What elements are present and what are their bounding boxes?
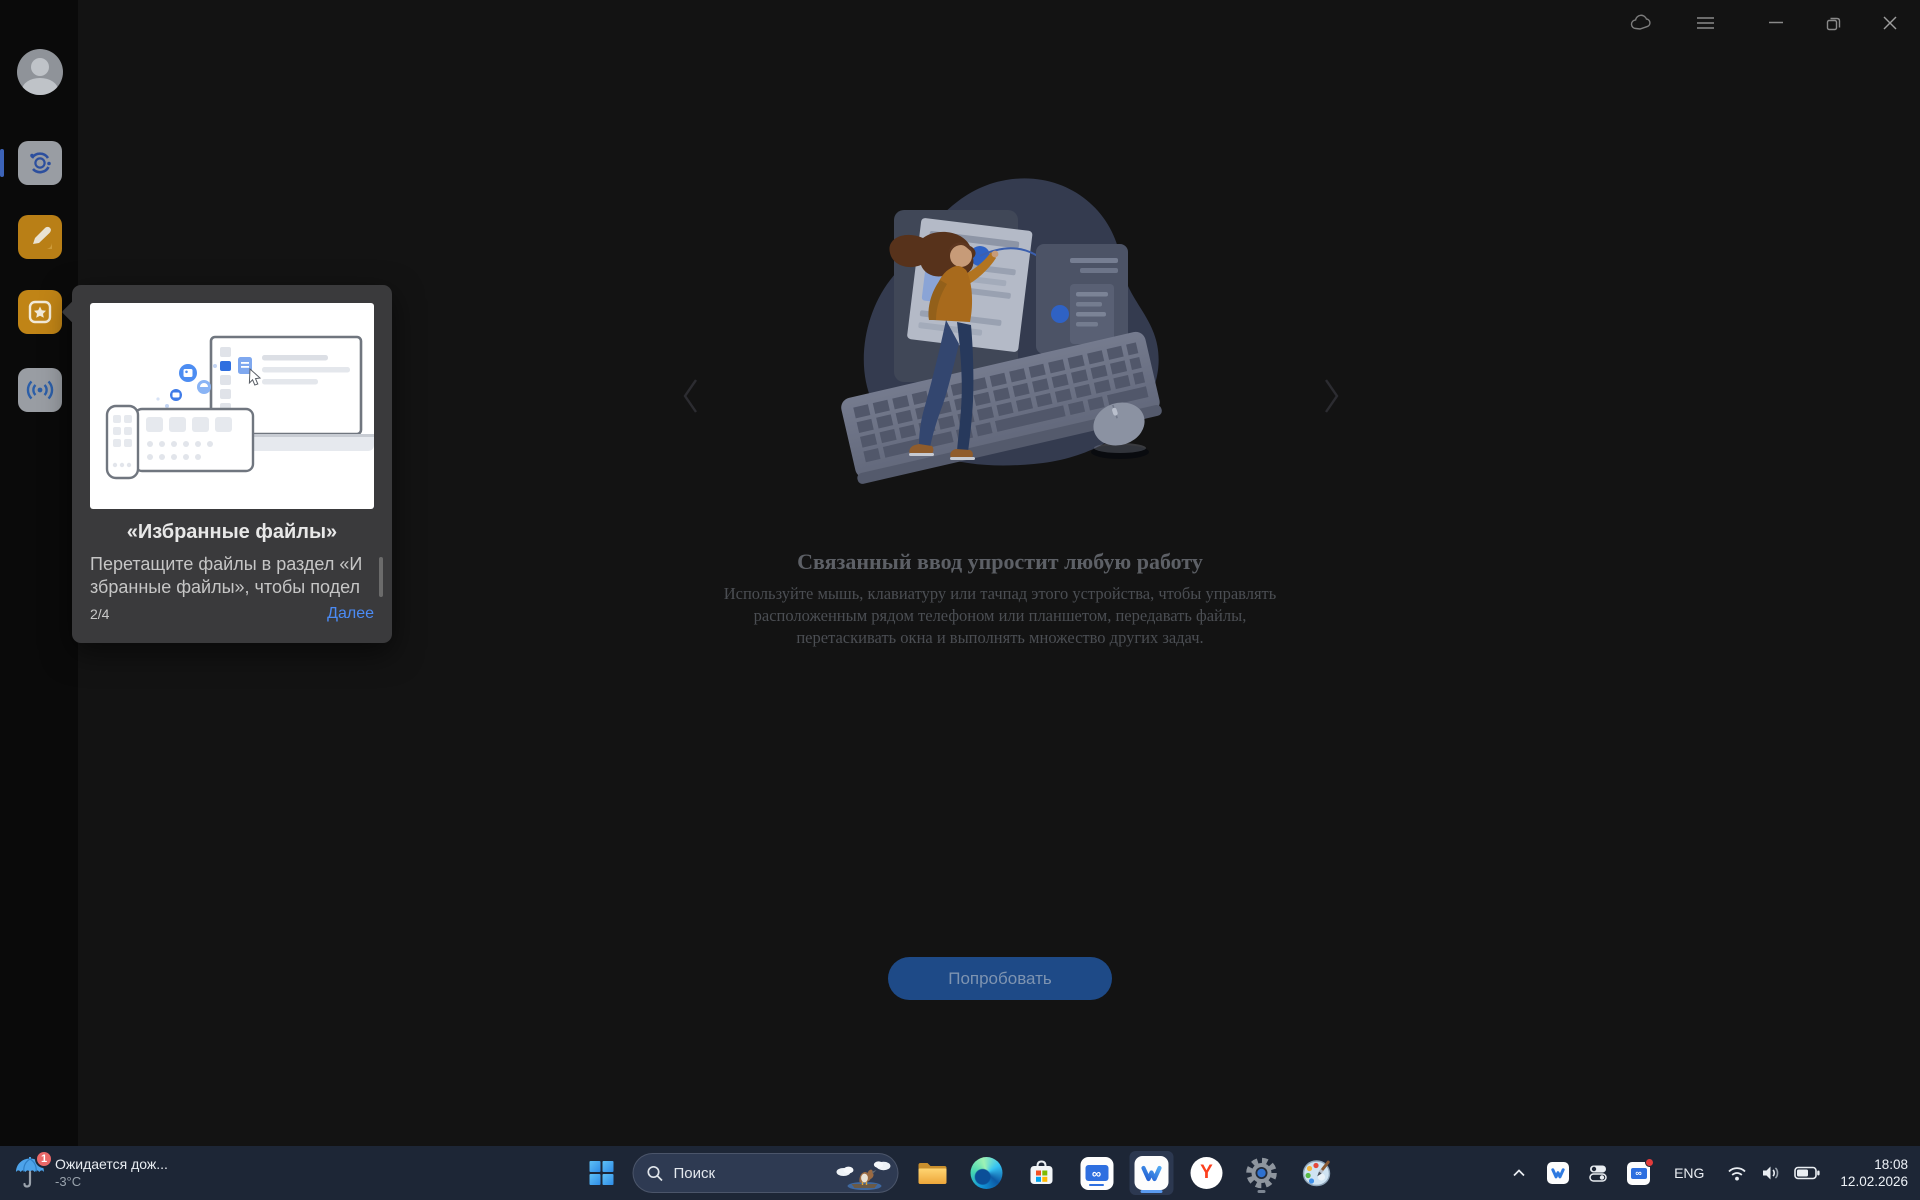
avatar-person-icon (31, 58, 49, 76)
carousel-prev-chevron[interactable] (670, 370, 710, 422)
tour-next-link[interactable]: Далее (327, 605, 374, 623)
tray-system-controls[interactable] (1726, 1163, 1820, 1183)
search-icon (647, 1165, 664, 1182)
edge-icon (971, 1157, 1003, 1189)
feedback-cloud-icon[interactable] (1628, 10, 1654, 36)
favorites-star-icon (25, 297, 55, 327)
running-app-indicator (1258, 1190, 1266, 1193)
clock-date: 12.02.2026 (1840, 1173, 1908, 1190)
search-placeholder: Поиск (674, 1165, 716, 1182)
search-box[interactable]: Поиск (633, 1153, 899, 1193)
file-explorer-icon (916, 1158, 948, 1188)
taskbar-paint[interactable] (1295, 1151, 1339, 1195)
battery-icon (1794, 1166, 1820, 1180)
tour-tooltip-card: «Избранные файлы» Перетащите файлы в раз… (72, 285, 392, 643)
menu-hamburger-icon[interactable] (1692, 10, 1718, 36)
desktop: Связанный ввод упростит любую работу Исп… (0, 0, 1920, 1200)
clock-time: 18:08 (1874, 1156, 1908, 1173)
close-button[interactable] (1877, 10, 1903, 36)
wifi-icon (1726, 1163, 1748, 1183)
minimize-button[interactable] (1763, 10, 1789, 36)
weather-headline: Ожидается дож... (55, 1156, 168, 1173)
weather-temperature: -3°C (55, 1173, 168, 1190)
taskbar-edge-browser[interactable] (965, 1151, 1009, 1195)
pencil-icon (25, 222, 55, 252)
settings-gear-icon (1245, 1156, 1279, 1190)
w-app-tray-icon (1547, 1162, 1569, 1184)
tray-language-indicator[interactable]: ENG (1674, 1165, 1704, 1181)
maximize-restore-button[interactable] (1820, 10, 1846, 36)
sidebar-active-indicator (0, 149, 4, 177)
tray-notification-dot (1645, 1158, 1654, 1167)
favorite-files-preview-image (90, 303, 374, 509)
w-app-icon (1135, 1156, 1169, 1190)
active-app-indicator (1141, 1190, 1163, 1193)
taskbar-settings[interactable] (1240, 1151, 1284, 1195)
paint-icon (1300, 1156, 1334, 1190)
tour-card-scrollbar[interactable] (379, 557, 383, 597)
start-button[interactable] (582, 1151, 622, 1195)
taskbar-yandex-browser[interactable]: Y (1185, 1151, 1229, 1195)
sidebar (0, 0, 78, 1146)
taskbar-unison-app[interactable]: ∞ (1075, 1151, 1119, 1195)
tour-pagination: 2/4 (90, 606, 109, 622)
sidebar-item-notes[interactable] (18, 215, 62, 259)
tray-unison[interactable]: ∞ (1627, 1162, 1650, 1185)
tour-card-title: «Избранные файлы» (72, 521, 392, 544)
tray-show-hidden-icons[interactable] (1509, 1163, 1529, 1183)
tour-card-body: Перетащите файлы в раздел «И збранные фа… (90, 553, 362, 601)
windows-logo-icon (590, 1161, 614, 1185)
yandex-icon: Y (1191, 1157, 1223, 1189)
tray-clock[interactable]: 18:08 12.02.2026 (1840, 1156, 1908, 1190)
carousel-next-chevron[interactable] (1312, 370, 1352, 422)
cast-signal-icon (24, 375, 56, 405)
tray-w-app[interactable] (1547, 1162, 1569, 1184)
taskbar-w-app-active[interactable] (1130, 1151, 1174, 1195)
taskbar: 1 Ожидается дож... -3°C Поиск (0, 1146, 1920, 1200)
microsoft-store-icon (1026, 1157, 1058, 1189)
tray-toggles[interactable] (1587, 1162, 1609, 1184)
sidebar-item-favorite-files[interactable] (18, 290, 62, 334)
taskbar-file-explorer[interactable] (910, 1151, 954, 1195)
linked-input-illustration (820, 168, 1180, 498)
notification-badge: 1 (35, 1150, 53, 1168)
laptop-infinity-icon: ∞ (1080, 1157, 1113, 1190)
laptop-infinity-tray-icon: ∞ (1627, 1162, 1650, 1185)
volume-icon (1760, 1163, 1782, 1183)
search-highlight-image (834, 1156, 894, 1192)
user-avatar[interactable] (17, 49, 63, 95)
app-window: Связанный ввод упростит любую работу Исп… (0, 0, 1920, 1146)
toggles-icon (1587, 1162, 1609, 1184)
taskbar-microsoft-store[interactable] (1020, 1151, 1064, 1195)
try-button[interactable]: Попробовать (888, 957, 1112, 1000)
sidebar-item-device-connect[interactable] (18, 141, 62, 185)
weather-widget[interactable]: 1 Ожидается дож... -3°C (8, 1150, 174, 1196)
device-connect-icon (25, 148, 55, 178)
sidebar-item-cast[interactable] (18, 368, 62, 412)
